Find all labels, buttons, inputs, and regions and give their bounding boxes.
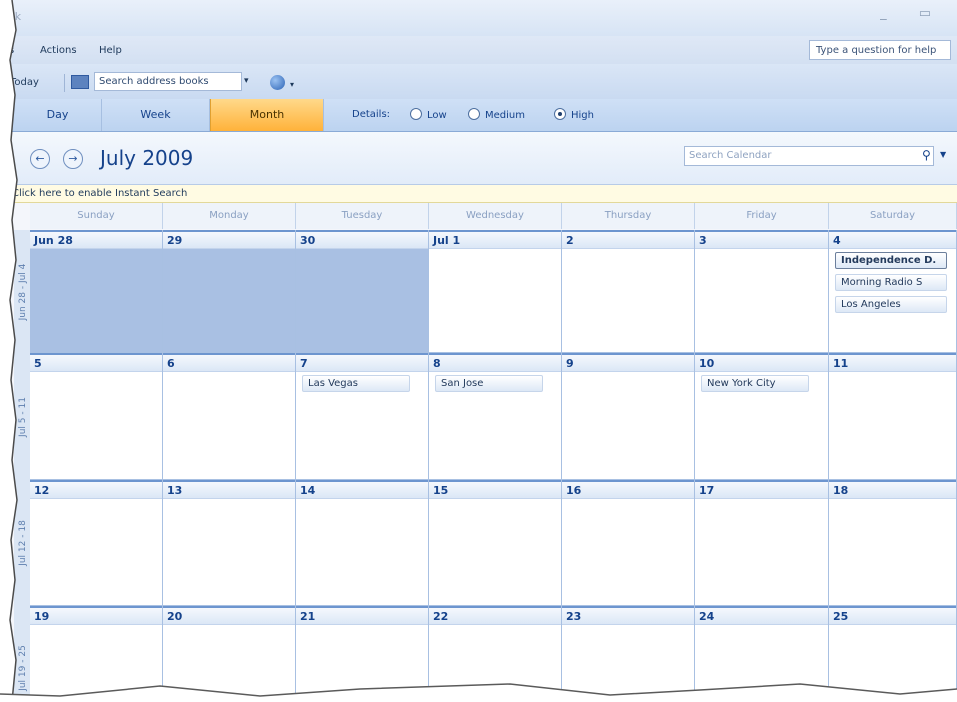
date-label: 3 xyxy=(695,230,828,249)
day-header-tuesday: Tuesday xyxy=(296,203,429,229)
date-label: 30 xyxy=(296,230,428,249)
day-cell[interactable]: Jul 1 xyxy=(429,230,562,353)
day-cell[interactable]: 2 xyxy=(562,230,695,353)
appointment-item[interactable]: Los Angeles xyxy=(835,296,947,313)
date-label: 29 xyxy=(163,230,295,249)
appointment-item[interactable]: Morning Radio S xyxy=(835,274,947,291)
date-label: 20 xyxy=(163,606,295,625)
chevron-down-icon[interactable]: ▾ xyxy=(244,76,249,86)
menu-help[interactable]: Help xyxy=(99,45,122,56)
day-header-thursday: Thursday xyxy=(562,203,695,229)
day-cell[interactable]: 7 Las Vegas xyxy=(296,353,429,480)
date-label: 21 xyxy=(296,606,428,625)
details-medium-label: Medium xyxy=(485,110,525,121)
date-label: 13 xyxy=(163,480,295,499)
day-cell[interactable]: 15 xyxy=(429,480,562,606)
day-header-sunday: Sunday xyxy=(30,203,163,229)
day-header-friday: Friday xyxy=(695,203,829,229)
day-cell[interactable]: Jun 28 xyxy=(30,230,163,353)
toolbar-separator xyxy=(64,74,65,92)
day-cell[interactable]: 13 xyxy=(163,480,296,606)
details-medium-radio[interactable]: Medium xyxy=(468,108,525,121)
search-calendar-input[interactable]: Search Calendar xyxy=(684,146,934,166)
date-label: 16 xyxy=(562,480,694,499)
date-label: 11 xyxy=(829,353,956,372)
date-label: 10 xyxy=(695,353,828,372)
back-arrow-icon[interactable]: ← xyxy=(30,149,50,169)
radio-icon xyxy=(410,108,422,120)
date-label: Jun 28 xyxy=(30,230,162,249)
day-cell[interactable]: 16 xyxy=(562,480,695,606)
month-title: July 2009 xyxy=(100,146,194,170)
date-label: 23 xyxy=(562,606,694,625)
chevron-down-icon[interactable]: ▼ xyxy=(940,150,946,159)
appointment-item[interactable]: Las Vegas xyxy=(302,375,410,392)
toolbar: Today Search address books ▾ ▾ xyxy=(0,64,957,100)
appointment-item[interactable]: Independence D. xyxy=(835,252,947,269)
date-label: 14 xyxy=(296,480,428,499)
date-label: 9 xyxy=(562,353,694,372)
day-cell[interactable]: 18 xyxy=(829,480,957,606)
appointment-item[interactable]: San Jose xyxy=(435,375,543,392)
date-label: 19 xyxy=(30,606,162,625)
day-cell[interactable]: 11 xyxy=(829,353,957,480)
date-label: 18 xyxy=(829,480,956,499)
toolbar-options-icon[interactable]: ▾ xyxy=(290,80,294,89)
day-cell[interactable]: 4 Independence D. Morning Radio S Los Angel… xyxy=(829,230,957,353)
date-label: 17 xyxy=(695,480,828,499)
day-header-monday: Monday xyxy=(163,203,296,229)
date-label: 15 xyxy=(429,480,561,499)
day-cell[interactable]: 8 San Jose xyxy=(429,353,562,480)
date-label: 24 xyxy=(695,606,828,625)
appointment-item[interactable]: New York City xyxy=(701,375,809,392)
radio-icon xyxy=(468,108,480,120)
day-cell[interactable]: 6 xyxy=(163,353,296,480)
date-label: 25 xyxy=(829,606,956,625)
forward-arrow-icon[interactable]: → xyxy=(63,149,83,169)
date-label: Jul 1 xyxy=(429,230,561,249)
address-book-icon[interactable] xyxy=(71,75,89,89)
day-cell[interactable]: 9 xyxy=(562,353,695,480)
day-cell[interactable]: 14 xyxy=(296,480,429,606)
day-cell[interactable]: 30 xyxy=(296,230,429,353)
date-label: 4 xyxy=(829,230,956,249)
date-label: 22 xyxy=(429,606,561,625)
search-icon[interactable]: ⚲ xyxy=(922,148,931,162)
date-label: 12 xyxy=(30,480,162,499)
window-controls[interactable]: _ ▭ xyxy=(880,6,945,21)
day-cell[interactable]: 10 New York City xyxy=(695,353,829,480)
date-label: 5 xyxy=(30,353,162,372)
details-low-radio[interactable]: Low xyxy=(410,108,447,121)
outlook-window: ok _ ▭ s Actions Help Type a question fo… xyxy=(0,0,957,702)
details-high-label: High xyxy=(571,110,594,121)
torn-edge-left xyxy=(0,0,18,702)
help-question-input[interactable]: Type a question for help xyxy=(809,40,951,60)
title-bar: ok _ ▭ xyxy=(0,0,957,36)
date-label: 2 xyxy=(562,230,694,249)
day-cell[interactable]: 17 xyxy=(695,480,829,606)
day-cell[interactable]: 12 xyxy=(30,480,163,606)
help-icon[interactable] xyxy=(270,75,285,90)
date-label: 8 xyxy=(429,353,561,372)
day-cell[interactable]: 29 xyxy=(163,230,296,353)
day-cell[interactable]: 5 xyxy=(30,353,163,480)
details-high-radio[interactable]: High xyxy=(554,108,594,121)
date-label: 7 xyxy=(296,353,428,372)
tab-month[interactable]: Month xyxy=(210,99,324,131)
details-label: Details: xyxy=(352,109,391,120)
radio-selected-icon xyxy=(554,108,566,120)
date-label: 6 xyxy=(163,353,295,372)
day-cell[interactable]: 3 xyxy=(695,230,829,353)
torn-edge-bottom xyxy=(0,683,957,702)
instant-search-banner[interactable]: Click here to enable Instant Search xyxy=(0,185,957,203)
address-book-search-input[interactable]: Search address books xyxy=(94,72,242,91)
day-header-wednesday: Wednesday xyxy=(429,203,562,229)
details-low-label: Low xyxy=(427,110,447,121)
tab-day[interactable]: Day xyxy=(14,99,102,131)
tab-week[interactable]: Week xyxy=(102,99,210,131)
menu-actions[interactable]: Actions xyxy=(40,45,77,56)
day-header-saturday: Saturday xyxy=(829,203,957,229)
